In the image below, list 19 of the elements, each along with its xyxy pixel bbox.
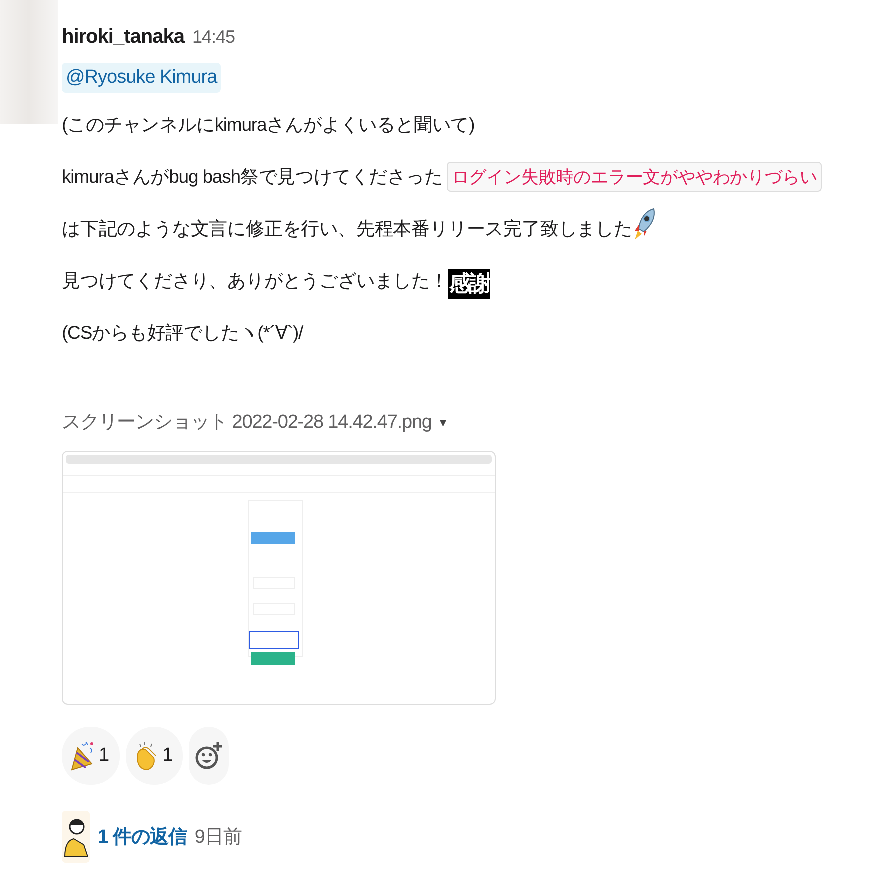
message-text: 見つけてくださり、ありがとうございました！: [62, 270, 448, 291]
user-mention[interactable]: @Ryosuke Kimura: [62, 63, 222, 93]
message-text: (CSからも好評でしたヽ(*´∀`)/: [62, 322, 304, 343]
message-text: 言に修正を行い、先程本番リリース完了致しました: [209, 218, 632, 239]
message-text: (このチャンネルにkimuraさんがよくいると聞いて): [62, 114, 475, 135]
message-text: kimuraさんがbug bash祭で見つけてくださった: [62, 166, 443, 187]
last-reply-time: 9日前: [194, 826, 242, 850]
author-name[interactable]: hiroki_tanaka: [62, 26, 184, 49]
reaction-button[interactable]: 1: [126, 727, 184, 785]
file-name[interactable]: スクリーンショット 2022-02-28 14.42.47.png: [62, 409, 432, 435]
reaction-button[interactable]: 1: [62, 727, 120, 785]
thread-replies-link[interactable]: 1 件の返信: [98, 824, 187, 850]
file-menu-caret[interactable]: ▾: [440, 414, 447, 430]
custom-emoji: 感謝: [448, 269, 490, 299]
add-emoji-icon: [195, 741, 224, 771]
inline-code: ログイン失敗時のエラー文がややわかりづらい: [446, 162, 822, 192]
add-reaction-button[interactable]: [189, 727, 230, 785]
timestamp[interactable]: 14:45: [192, 27, 235, 48]
message-text: は下記のような文: [62, 218, 210, 239]
